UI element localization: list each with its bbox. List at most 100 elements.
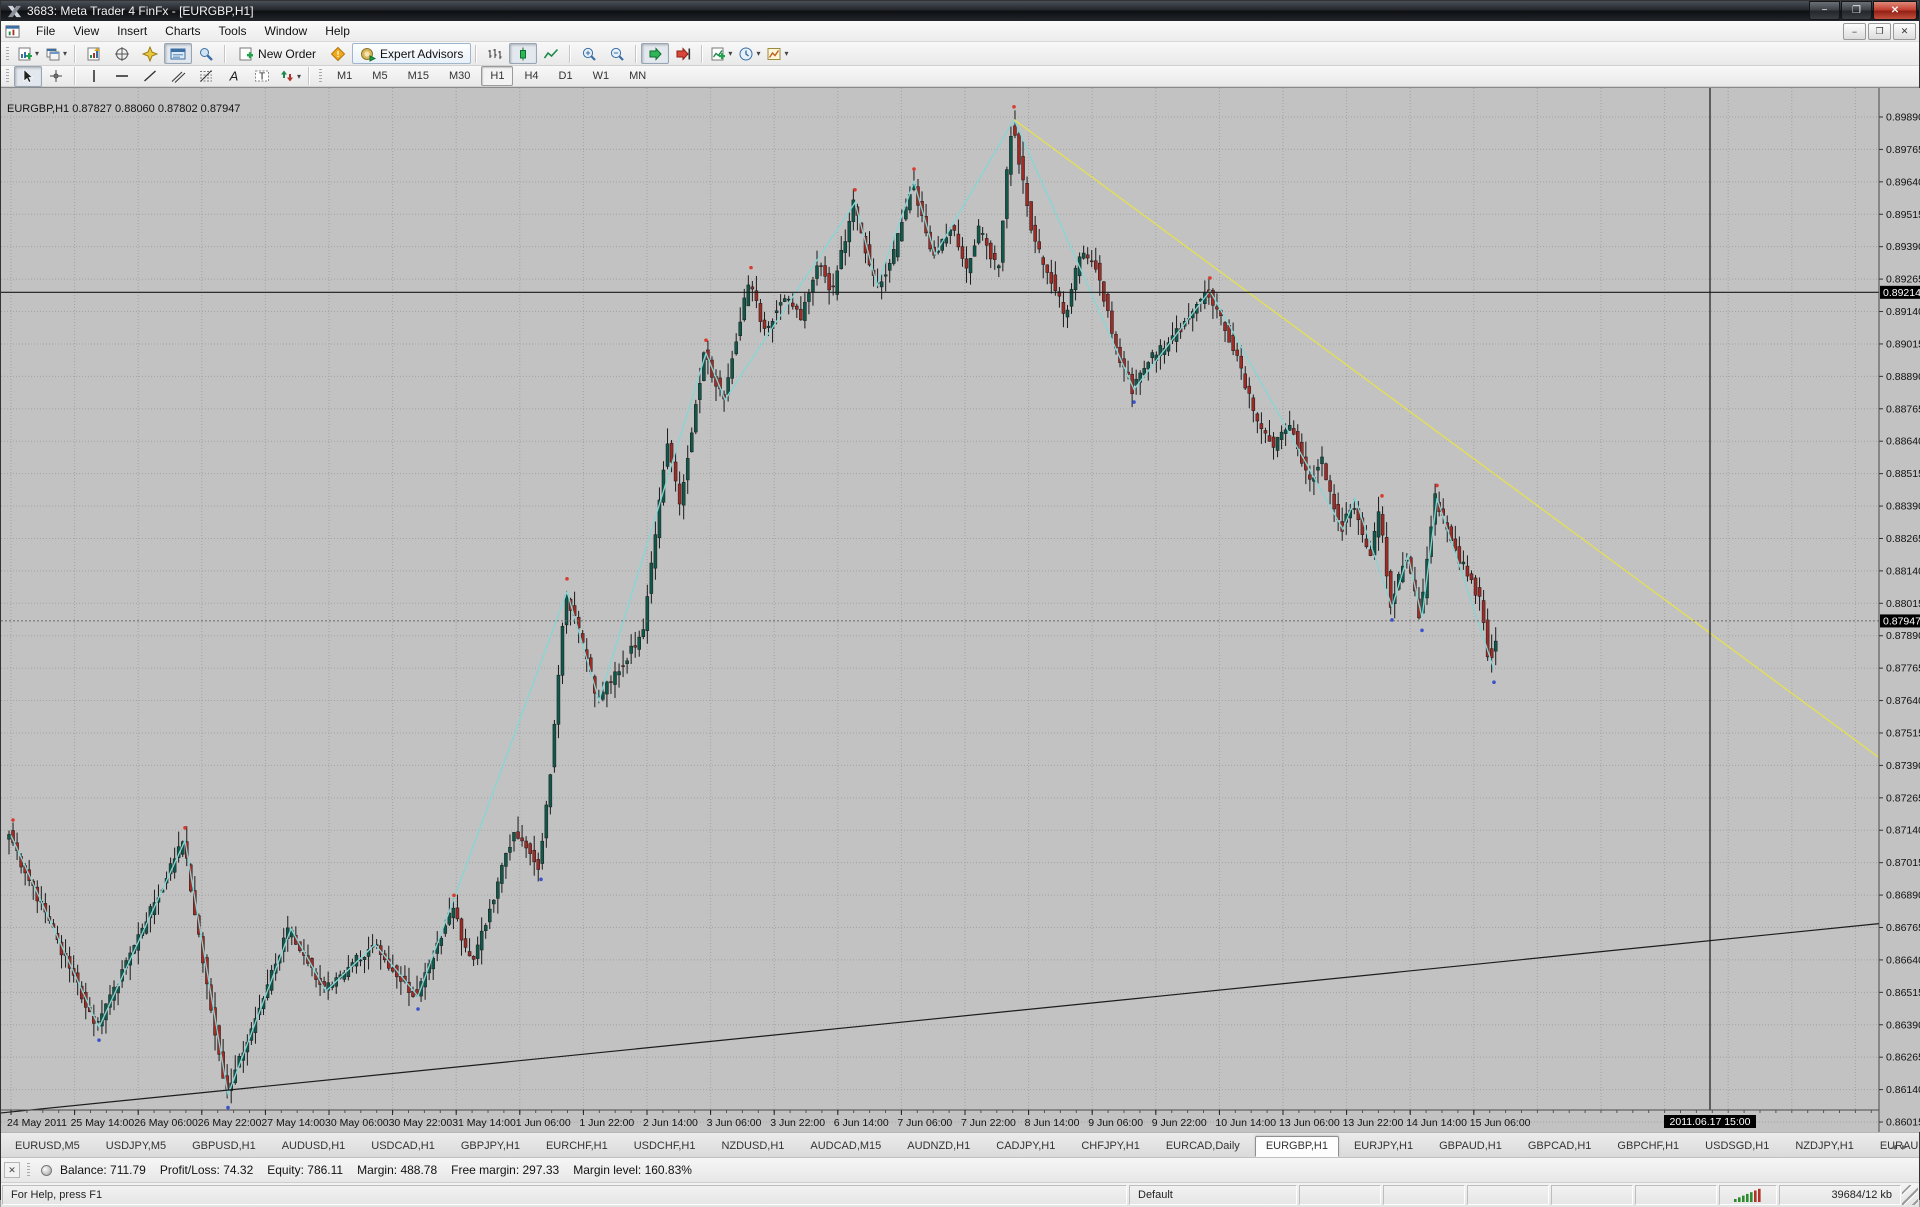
tab-eurchf-h1[interactable]: EURCHF,H1 — [535, 1136, 619, 1157]
timeframe-m5[interactable]: M5 — [363, 66, 396, 86]
line-chart-icon — [543, 46, 559, 62]
zoom-in-button[interactable] — [575, 43, 603, 64]
chart-area[interactable]: 0.898900.897650.896400.895150.893900.892… — [1, 87, 1919, 1132]
navigator-button[interactable] — [136, 43, 164, 64]
time-tick-label: 30 May 06:00 — [325, 1117, 389, 1129]
timeframe-w1[interactable]: W1 — [584, 66, 619, 86]
vertical-line-button[interactable] — [80, 66, 108, 87]
profile-cell[interactable]: Default — [1129, 1185, 1297, 1205]
chart-bars-button[interactable] — [481, 43, 509, 64]
trendline-button[interactable] — [136, 66, 164, 87]
price-tick-label: 0.86015 — [1886, 1117, 1920, 1129]
new-order-button[interactable]: New Order — [230, 43, 324, 64]
resize-grip[interactable] — [1902, 1185, 1918, 1205]
ohlc-header: EURGBP,H1 0.87827 0.88060 0.87802 0.8794… — [7, 103, 240, 115]
tab-gbpjpy-h1[interactable]: GBPJPY,H1 — [450, 1136, 531, 1157]
tab-audcad-m15[interactable]: AUDCAD,M15 — [799, 1136, 892, 1157]
text-button[interactable]: A — [220, 66, 248, 87]
new-chart-icon — [17, 46, 33, 62]
timeframe-m30[interactable]: M30 — [440, 66, 479, 86]
market-watch-button[interactable] — [80, 43, 108, 64]
dropdown-arrow-icon[interactable]: ▾ — [784, 49, 788, 58]
cursor-button[interactable] — [14, 66, 42, 87]
tab-scroll-arrows[interactable]: ◂▸ — [1891, 1142, 1913, 1153]
templates-button[interactable]: ▾ — [763, 43, 791, 64]
templates-icon — [766, 46, 782, 62]
horizontal-line-button[interactable] — [108, 66, 136, 87]
menu-file[interactable]: File — [27, 22, 64, 40]
zoom-out-icon — [609, 46, 625, 62]
candlestick-chart[interactable]: 0.898900.897650.896400.895150.893900.892… — [1, 88, 1920, 1132]
tab-eurjpy-h1[interactable]: EURJPY,H1 — [1343, 1136, 1424, 1157]
account-bar-close-icon[interactable]: ✕ — [4, 1162, 20, 1178]
auto-scroll-button[interactable] — [641, 43, 669, 64]
dropdown-arrow-icon[interactable]: ▾ — [728, 49, 732, 58]
timeframe-d1[interactable]: D1 — [550, 66, 582, 86]
dropdown-arrow-icon[interactable]: ▾ — [35, 49, 39, 58]
data-window-button[interactable] — [108, 43, 136, 64]
periods-button[interactable]: ▾ — [735, 43, 763, 64]
timeframe-h1[interactable]: H1 — [481, 66, 513, 86]
highlighted-price-label: 0.87947 — [1883, 615, 1920, 627]
menu-insert[interactable]: Insert — [108, 22, 156, 40]
arrows-button[interactable]: ▾ — [276, 66, 304, 87]
fibonacci-button[interactable] — [192, 66, 220, 87]
child-close-button[interactable]: ✕ — [1893, 23, 1916, 40]
new-order-icon — [238, 46, 254, 62]
timeframe-h4[interactable]: H4 — [515, 66, 547, 86]
indicators-icon — [710, 46, 726, 62]
menu-help[interactable]: Help — [316, 22, 359, 40]
tab-audusd-h1[interactable]: AUDUSD,H1 — [271, 1136, 357, 1157]
child-restore-button[interactable]: ❐ — [1868, 23, 1891, 40]
new-chart-button[interactable]: ▾ — [14, 43, 42, 64]
tab-eurcad-daily[interactable]: EURCAD,Daily — [1155, 1136, 1251, 1157]
tab-audnzd-h1[interactable]: AUDNZD,H1 — [896, 1136, 981, 1157]
crosshair-button[interactable] — [42, 66, 70, 87]
profiles-button[interactable]: ▾ — [42, 43, 70, 64]
restore-button[interactable]: ❐ — [1841, 1, 1872, 20]
tab-usdcad-h1[interactable]: USDCAD,H1 — [360, 1136, 446, 1157]
tab-usdsgd-h1[interactable]: USDSGD,H1 — [1694, 1136, 1780, 1157]
indicators-button[interactable]: ▾ — [707, 43, 735, 64]
chart-shift-button[interactable] — [669, 43, 697, 64]
tab-nzdjpy-h1[interactable]: NZDJPY,H1 — [1784, 1136, 1864, 1157]
menu-charts[interactable]: Charts — [156, 22, 209, 40]
tab-gbpchf-h1[interactable]: GBPCHF,H1 — [1606, 1136, 1690, 1157]
chart-line-button[interactable] — [537, 43, 565, 64]
close-button[interactable]: ✕ — [1873, 1, 1917, 20]
timeframe-m1[interactable]: M1 — [328, 66, 361, 86]
timeframe-m15[interactable]: M15 — [399, 66, 438, 86]
zoom-out-button[interactable] — [603, 43, 631, 64]
channel-button[interactable] — [164, 66, 192, 87]
child-minimize-button[interactable]: − — [1843, 23, 1866, 40]
chart-candles-button[interactable] — [509, 43, 537, 64]
text-label-button[interactable]: T — [248, 66, 276, 87]
tab-cadjpy-h1[interactable]: CADJPY,H1 — [985, 1136, 1066, 1157]
menu-tools[interactable]: Tools — [210, 22, 256, 40]
signal-bars-icon — [1719, 1185, 1777, 1205]
menu-view[interactable]: View — [64, 22, 108, 40]
tab-nzdusd-h1[interactable]: NZDUSD,H1 — [710, 1136, 795, 1157]
timeframe-mn[interactable]: MN — [620, 66, 655, 86]
tab-gbpaud-h1[interactable]: GBPAUD,H1 — [1428, 1136, 1513, 1157]
tab-eurgbp-h1[interactable]: EURGBP,H1 — [1255, 1136, 1339, 1157]
tab-usdchf-h1[interactable]: USDCHF,H1 — [623, 1136, 707, 1157]
dropdown-arrow-icon[interactable]: ▾ — [297, 72, 301, 81]
account-equity: Equity: 786.11 — [267, 1163, 343, 1177]
time-tick-label: 13 Jun 06:00 — [1279, 1117, 1340, 1129]
tab-usdjpy-m5[interactable]: USDJPY,M5 — [95, 1136, 177, 1157]
expert-advisors-button[interactable]: Expert Advisors — [352, 43, 471, 64]
mql-community-button[interactable]: ! — [324, 43, 352, 64]
price-tick-label: 0.89765 — [1886, 144, 1920, 156]
tab-gbpcad-h1[interactable]: GBPCAD,H1 — [1517, 1136, 1603, 1157]
dropdown-arrow-icon[interactable]: ▾ — [756, 49, 760, 58]
tab-gbpusd-h1[interactable]: GBPUSD,H1 — [181, 1136, 267, 1157]
menu-window[interactable]: Window — [256, 22, 317, 40]
minimize-button[interactable]: − — [1809, 1, 1840, 20]
tab-chfjpy-h1[interactable]: CHFJPY,H1 — [1070, 1136, 1150, 1157]
strategy-tester-button[interactable] — [192, 43, 220, 64]
terminal-button[interactable] — [164, 43, 192, 64]
tab-eurusd-m5[interactable]: EURUSD,M5 — [4, 1136, 91, 1157]
dropdown-arrow-icon[interactable]: ▾ — [63, 49, 67, 58]
chart-shift-icon — [675, 46, 691, 62]
